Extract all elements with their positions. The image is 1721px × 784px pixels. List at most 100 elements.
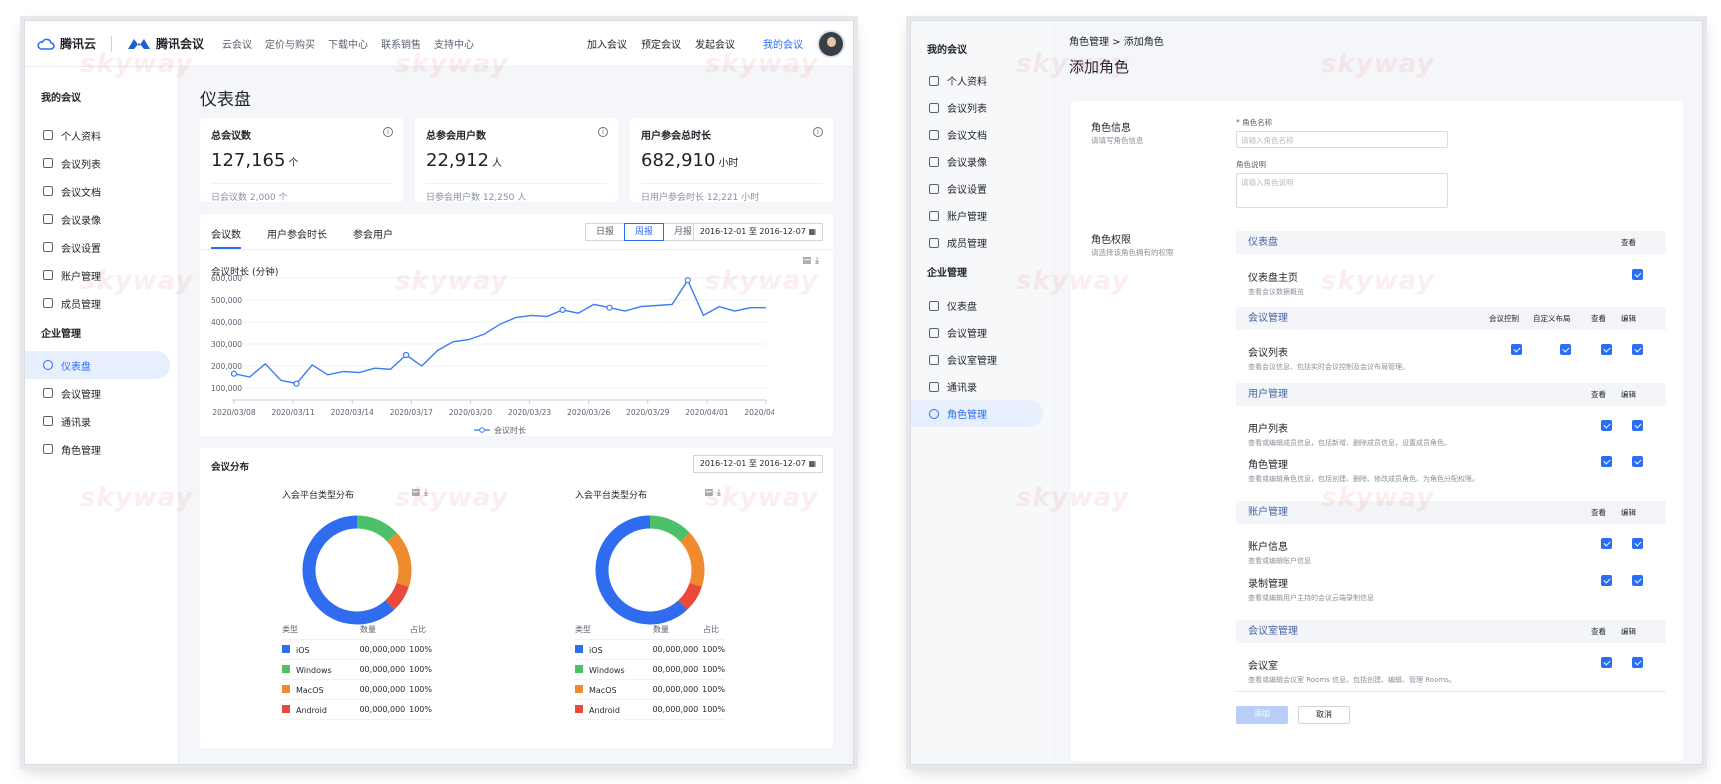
my-meetings-link[interactable]: 我的会议 (763, 36, 803, 51)
checkbox-dashboard-view[interactable] (1632, 269, 1643, 280)
x-tick-label: 2020/03/29 (626, 408, 669, 417)
download-icon[interactable]: ⤓ (424, 488, 432, 498)
table-row: Android 00,000,000 100% (575, 700, 725, 720)
sidebar-item-meeting-settings[interactable]: 会议设置 (911, 175, 1051, 202)
nav-pricing[interactable]: 定价与购买 (265, 36, 315, 51)
nav-cloud-meeting[interactable]: 云会议 (222, 36, 252, 51)
brand[interactable]: 腾讯云 腾讯会议 (37, 35, 204, 52)
checkbox-userlist-edit[interactable] (1632, 420, 1643, 431)
platform-name: iOS (589, 645, 603, 655)
top-navbar: 腾讯云 腾讯会议 云会议 定价与购买 下载中心 联系销售 支持中心 加入会议 预… (25, 21, 853, 67)
legend-label: 会议时长 (494, 425, 526, 435)
nav-download[interactable]: 下载中心 (328, 36, 368, 51)
download-icon[interactable]: ⤓ (815, 256, 823, 266)
nav-actions: 加入会议 预定会议 发起会议 我的会议 (587, 29, 845, 58)
col-view: 查看 (1591, 390, 1606, 399)
sidebar-item-contacts[interactable]: 通讯录 (911, 373, 1051, 400)
table-view-icon[interactable]: ▤ (803, 256, 816, 266)
breadcrumb[interactable]: 角色管理 > 添加角色 (1069, 33, 1684, 48)
type-cell: Android (575, 704, 652, 715)
checkbox-recording-edit[interactable] (1632, 575, 1643, 586)
checkbox-meeting-layout[interactable] (1560, 344, 1571, 355)
join-meeting-link[interactable]: 加入会议 (587, 36, 627, 51)
table-view-icon[interactable]: ▤ (705, 488, 718, 498)
perm-desc: 查看或编辑账户信息 (1248, 557, 1311, 565)
stat-number: 127,165 (211, 150, 286, 171)
platform-name: MacOS (589, 685, 617, 695)
sidebar-item-dashboard[interactable]: 仪表盘 (911, 292, 1051, 319)
sidebar-group-my-meetings: 我的会议 (41, 93, 81, 104)
sidebar-item-meeting-list[interactable]: 会议列表 (911, 94, 1051, 121)
tencent-meeting-logo-icon (128, 38, 151, 49)
checkbox-room-view[interactable] (1601, 657, 1612, 668)
date-range-picker[interactable]: 2016-12-01 至 2016-12-07 ▦ (692, 223, 823, 241)
sidebar-item-dashboard[interactable]: 仪表盘 (25, 351, 170, 379)
sidebar-item-profile[interactable]: 个人资料 (911, 67, 1051, 94)
table-row: Android 00,000,000 100% (282, 700, 432, 720)
cancel-button[interactable]: 取消 (1298, 706, 1350, 724)
period-weekly[interactable]: 周报 (624, 223, 664, 241)
document-icon (43, 186, 53, 196)
sidebar-item-recordings[interactable]: 会议录像 (911, 148, 1051, 175)
chart-tools: ▤⤓ (412, 488, 433, 498)
info-icon[interactable]: i (598, 127, 608, 137)
perm-section-title: 会议管理 (1248, 313, 1288, 324)
checkbox-meeting-view[interactable] (1601, 344, 1612, 355)
sidebar-item-meeting-manage[interactable]: 会议管理 (911, 319, 1051, 346)
role-icon (43, 444, 53, 454)
sidebar-item-meeting-manage[interactable]: 会议管理 (25, 379, 178, 407)
sidebar-item-roles[interactable]: 角色管理 (25, 435, 178, 463)
sidebar-item-meeting-docs[interactable]: 会议文档 (911, 121, 1051, 148)
sidebar-item-meeting-list[interactable]: 会议列表 (25, 149, 178, 177)
sidebar-item-contacts[interactable]: 通讯录 (25, 407, 178, 435)
type-cell: Windows (282, 664, 359, 675)
checkbox-account-edit[interactable] (1632, 538, 1643, 549)
sidebar-item-recordings[interactable]: 会议录像 (25, 205, 178, 233)
role-desc-label: 角色说明 (1236, 160, 1266, 169)
sidebar: 我的会议 个人资料 会议列表 会议文档 会议录像 会议设置 账户管理 成员管理 … (25, 67, 179, 764)
schedule-meeting-link[interactable]: 预定会议 (641, 36, 681, 51)
perm-section-account: 账户管理 查看 编辑 (1236, 501, 1666, 524)
table-row: MacOS 00,000,000 100% (575, 680, 725, 700)
tab-participants[interactable]: 参会用户 (353, 226, 393, 249)
nav-contact-sales[interactable]: 联系销售 (381, 36, 421, 51)
checkbox-userlist-view[interactable] (1601, 420, 1612, 431)
dashboard-screen: 腾讯云 腾讯会议 云会议 定价与购买 下载中心 联系销售 支持中心 加入会议 预… (24, 20, 854, 765)
avatar[interactable] (817, 29, 845, 58)
role-desc-textarea[interactable]: 请输入角色说明 (1236, 173, 1448, 208)
sidebar-item-roles[interactable]: 角色管理 (911, 400, 1043, 427)
sidebar-item-account[interactable]: 账户管理 (25, 261, 178, 289)
checkbox-meeting-control[interactable] (1511, 344, 1522, 355)
sidebar-item-profile[interactable]: 个人资料 (25, 121, 178, 149)
start-meeting-link[interactable]: 发起会议 (695, 36, 735, 51)
period-daily[interactable]: 日报 (585, 223, 625, 241)
checkbox-recording-view[interactable] (1601, 575, 1612, 586)
role-name-input[interactable]: 请输入角色名称 (1236, 131, 1448, 148)
sidebar-item-account[interactable]: 账户管理 (911, 202, 1051, 229)
stat-number: 682,910 (641, 150, 716, 171)
checkbox-meeting-edit[interactable] (1632, 344, 1643, 355)
sidebar-item-label: 会议录像 (947, 158, 987, 169)
nav-support[interactable]: 支持中心 (434, 36, 474, 51)
color-swatch (575, 644, 583, 653)
sidebar-item-members[interactable]: 成员管理 (25, 289, 178, 317)
sidebar-item-meeting-docs[interactable]: 会议文档 (25, 177, 178, 205)
table-header-row: 类型 数量 占比 (282, 620, 432, 640)
tab-user-duration[interactable]: 用户参会时长 (267, 226, 327, 249)
info-icon[interactable]: i (383, 127, 393, 137)
info-icon[interactable]: i (813, 127, 823, 137)
checkbox-room-edit[interactable] (1632, 657, 1643, 668)
sidebar-item-room-manage[interactable]: 会议室管理 (911, 346, 1051, 373)
col-pct: 占比 (703, 625, 719, 634)
checkbox-account-view[interactable] (1601, 538, 1612, 549)
sidebar-item-members[interactable]: 成员管理 (911, 229, 1051, 256)
data-point (230, 370, 238, 377)
table-view-icon[interactable]: ▤ (412, 488, 425, 498)
submit-button[interactable]: 添加 (1236, 706, 1288, 724)
sidebar-item-meeting-settings[interactable]: 会议设置 (25, 233, 178, 261)
checkbox-role-view[interactable] (1601, 456, 1612, 467)
download-icon[interactable]: ⤓ (717, 488, 725, 498)
tab-meetings[interactable]: 会议数 (211, 226, 241, 249)
distribution-date-picker[interactable]: 2016-12-01 至 2016-12-07 ▦ (692, 455, 823, 473)
checkbox-role-edit[interactable] (1632, 456, 1643, 467)
